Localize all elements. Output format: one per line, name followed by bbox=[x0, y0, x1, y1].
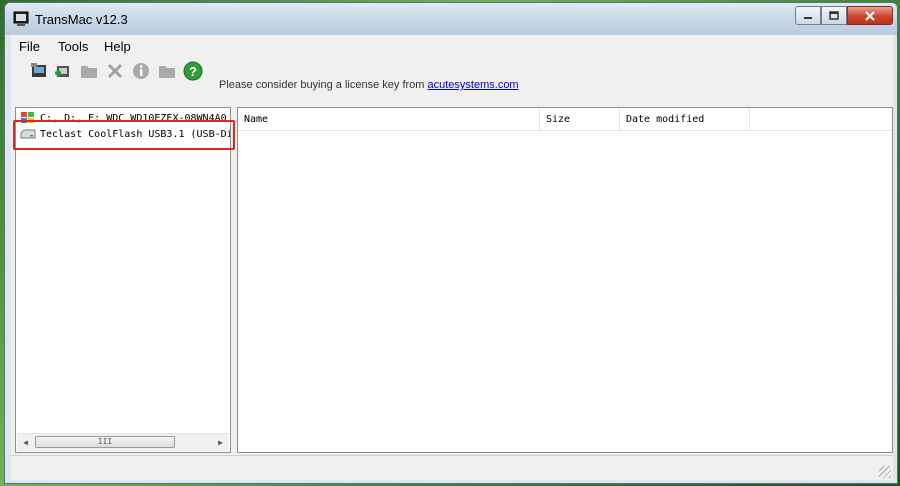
file-list: Name Size Date modified bbox=[237, 107, 893, 453]
list-header: Name Size Date modified bbox=[238, 108, 892, 131]
window-title: TransMac v12.3 bbox=[35, 12, 128, 27]
new-folder-icon[interactable] bbox=[157, 61, 177, 81]
status-bar bbox=[11, 455, 893, 480]
license-nag-text: Please consider buying a license key fro… bbox=[219, 79, 519, 91]
maximize-button[interactable] bbox=[821, 6, 847, 25]
folder-icon[interactable] bbox=[79, 61, 99, 81]
menu-bar: File Tools Help bbox=[11, 35, 893, 58]
menu-tools[interactable]: Tools bbox=[58, 39, 88, 54]
app-icon bbox=[13, 11, 29, 26]
caption-buttons bbox=[795, 6, 893, 26]
column-size[interactable]: Size bbox=[540, 108, 620, 130]
tree-horizontal-scrollbar[interactable]: ◀ III ▶ bbox=[17, 433, 229, 451]
highlight-annotation bbox=[13, 120, 235, 150]
close-button[interactable] bbox=[847, 6, 893, 25]
scroll-right-icon[interactable]: ▶ bbox=[212, 434, 229, 451]
menu-file[interactable]: File bbox=[19, 39, 40, 54]
scroll-left-icon[interactable]: ◀ bbox=[17, 434, 34, 451]
main-content: C:, D:, E: WDC WD10EZEX-08WN4A0 (S Tecla… bbox=[11, 107, 893, 455]
title-bar[interactable]: TransMac v12.3 bbox=[5, 3, 897, 35]
scroll-grip: III bbox=[97, 437, 113, 446]
open-image-icon[interactable] bbox=[29, 61, 49, 81]
device-tree: C:, D:, E: WDC WD10EZEX-08WN4A0 (S Tecla… bbox=[15, 107, 231, 453]
column-name[interactable]: Name bbox=[238, 108, 540, 130]
column-date-modified[interactable]: Date modified bbox=[620, 108, 750, 130]
minimize-icon bbox=[804, 16, 812, 19]
maximize-icon bbox=[829, 10, 839, 20]
add-icon[interactable] bbox=[53, 61, 73, 81]
transmac-window: TransMac v12.3 File Tools Help ? Please … bbox=[4, 2, 898, 484]
minimize-button[interactable] bbox=[795, 6, 821, 25]
scroll-thumb[interactable]: III bbox=[35, 436, 175, 448]
menu-help[interactable]: Help bbox=[104, 39, 131, 54]
info-icon[interactable] bbox=[131, 61, 151, 81]
resize-grip-icon[interactable] bbox=[879, 466, 891, 478]
help-icon[interactable]: ? bbox=[183, 61, 203, 81]
svg-text:?: ? bbox=[189, 64, 197, 79]
close-icon bbox=[865, 10, 875, 21]
nag-link[interactable]: acutesystems.com bbox=[428, 79, 519, 91]
toolbar: ? Please consider buying a license key f… bbox=[11, 57, 893, 107]
nag-message: Please consider buying a license key fro… bbox=[219, 79, 425, 91]
delete-icon[interactable] bbox=[105, 61, 125, 81]
